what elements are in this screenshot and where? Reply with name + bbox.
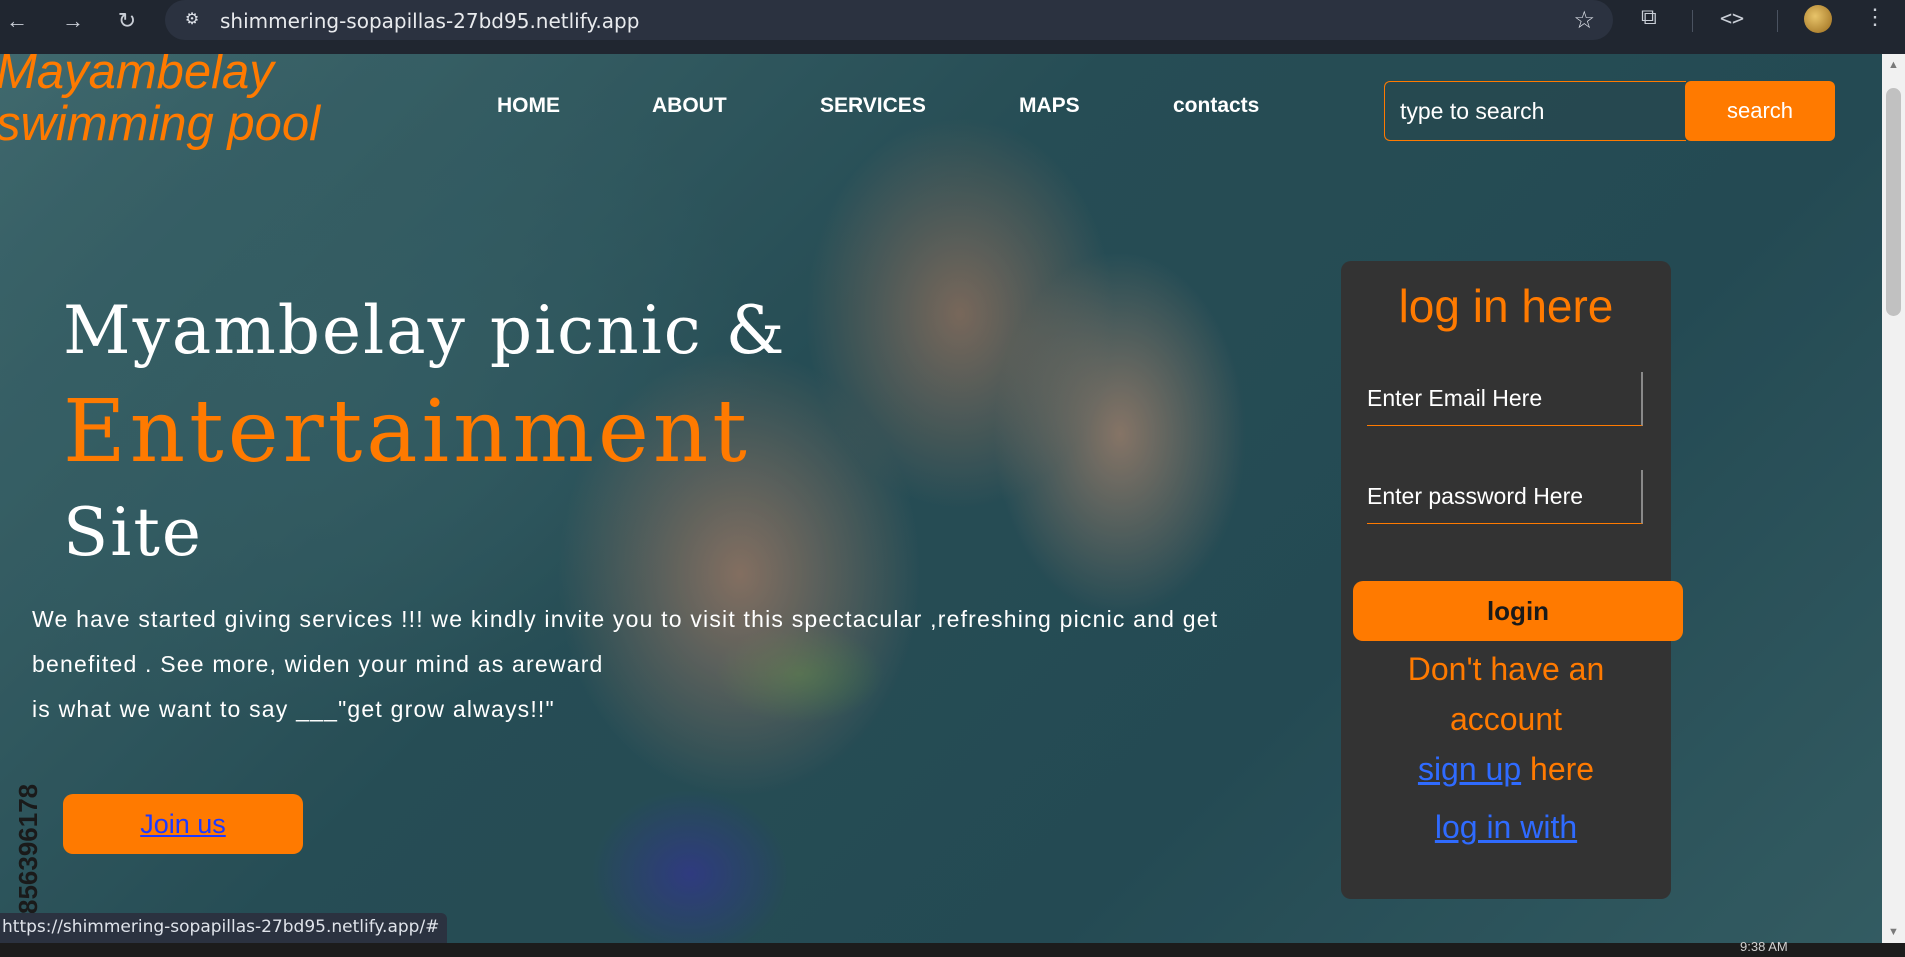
- page-viewport: Mayambelay swimming pool HOME ABOUT SERV…: [0, 54, 1882, 943]
- nav-maps[interactable]: MAPS: [1019, 94, 1080, 118]
- scroll-thumb[interactable]: [1886, 88, 1901, 316]
- search-input[interactable]: [1384, 81, 1686, 141]
- hero-description-line3: is what we want to say ___"get grow alwa…: [32, 696, 555, 722]
- profile-avatar[interactable]: [1804, 5, 1832, 33]
- login-with-area: log in with: [1341, 809, 1671, 846]
- search-button[interactable]: search: [1685, 81, 1835, 141]
- hero-title-highlight: Entertainment: [63, 382, 751, 482]
- brand-line1: Mayambelay: [0, 54, 274, 99]
- hero-description-line1: We have started giving services !!! we k…: [32, 606, 1219, 632]
- side-phone-number: 856396178: [13, 783, 43, 914]
- signup-link[interactable]: sign up: [1418, 751, 1521, 787]
- extensions-icon[interactable]: ⧉: [1641, 4, 1657, 30]
- back-icon[interactable]: ←: [2, 6, 32, 36]
- signup-line: sign up here: [1341, 744, 1671, 794]
- nav-services[interactable]: SERVICES: [820, 94, 926, 118]
- reload-icon[interactable]: ↻: [112, 6, 142, 36]
- toolbar-divider: [1692, 10, 1693, 32]
- no-account-line1: Don't have an: [1407, 651, 1605, 687]
- forward-icon[interactable]: →: [58, 6, 88, 36]
- site-logo[interactable]: Mayambelay swimming pool: [0, 54, 320, 150]
- browser-toolbar: ← → ↻ ⚙ shimmering-sopapillas-27bd95.net…: [0, 0, 1905, 54]
- join-us-button[interactable]: Join us: [63, 794, 303, 854]
- join-us-link[interactable]: Join us: [140, 809, 226, 839]
- no-account-line2: account: [1449, 701, 1563, 737]
- star-icon[interactable]: ☆: [1573, 6, 1595, 35]
- login-button[interactable]: login: [1353, 581, 1683, 641]
- devtools-icon[interactable]: <>: [1720, 6, 1744, 30]
- os-taskbar: 9:38 AM: [0, 939, 1905, 957]
- scroll-up-icon[interactable]: ▲: [1882, 56, 1905, 74]
- login-card: log in here login Don't have an account …: [1341, 261, 1683, 899]
- login-title: log in here: [1398, 280, 1614, 332]
- brand-line2: swimming pool: [0, 97, 321, 151]
- signup-suffix: here: [1521, 751, 1595, 787]
- taskbar-clock: 9:38 AM: [1740, 939, 1788, 954]
- toolbar-divider: [1777, 10, 1778, 32]
- nav-home[interactable]: HOME: [497, 94, 560, 118]
- password-field[interactable]: [1367, 470, 1643, 524]
- hero-description-line2: benefited . See more, widen your mind as…: [32, 651, 604, 677]
- signup-prompt: Don't have an account sign up here: [1341, 644, 1671, 794]
- login-with-link[interactable]: log in with: [1435, 809, 1577, 845]
- menu-icon[interactable]: ⋮: [1864, 4, 1886, 30]
- nav-contacts[interactable]: contacts: [1173, 94, 1259, 118]
- hero-description: We have started giving services !!! we k…: [32, 597, 1342, 732]
- page-scrollbar[interactable]: ▲ ▼: [1882, 54, 1905, 943]
- hero-title-line1: Myambelay picnic &: [63, 292, 787, 369]
- address-bar[interactable]: ⚙ shimmering-sopapillas-27bd95.netlify.a…: [165, 0, 1613, 40]
- status-bar-url: https://shimmering-sopapillas-27bd95.net…: [0, 913, 448, 943]
- nav-about[interactable]: ABOUT: [652, 94, 727, 118]
- email-field[interactable]: [1367, 372, 1643, 426]
- scroll-down-icon[interactable]: ▼: [1882, 923, 1905, 941]
- site-settings-icon[interactable]: ⚙: [179, 8, 205, 32]
- address-url[interactable]: shimmering-sopapillas-27bd95.netlify.app: [220, 9, 639, 33]
- hero-title-line3: Site: [63, 494, 203, 571]
